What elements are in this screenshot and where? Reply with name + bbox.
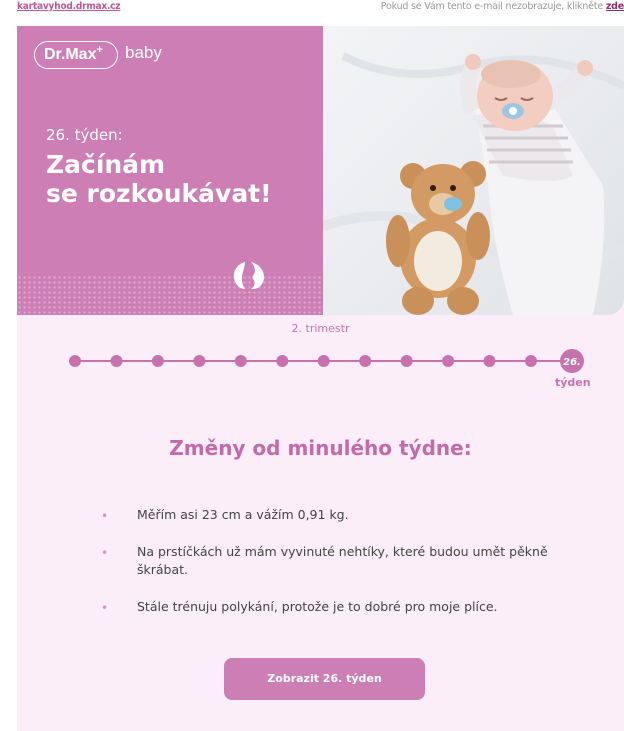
top-bar: kartavyhod.drmax.cz Pokud se Vám tento e… xyxy=(0,0,624,16)
drmax-logo: Dr.Max+ xyxy=(44,44,103,64)
list-item: • Na prstíčkách už mám vyvinuté nehtíky, … xyxy=(97,543,557,579)
logo-plus-sign: + xyxy=(96,44,103,56)
baby-photo xyxy=(323,26,624,315)
timeline-dot xyxy=(442,355,455,367)
show-week-button[interactable]: Zobrazit 26. týden xyxy=(224,658,425,700)
timeline-dot xyxy=(317,355,330,367)
headline: Začínám se rozkoukávat! xyxy=(46,150,306,208)
email-card: Dr.Max+ baby 26. týden: Začínám se rozko… xyxy=(17,26,624,731)
list-item: • Měřím asi 23 cm a vážím 0,91 kg. xyxy=(97,506,557,524)
logo-wordmark: Dr.Max xyxy=(44,46,97,63)
timeline-dot xyxy=(193,355,206,367)
pregnancy-icon xyxy=(233,262,264,290)
changes-list: • Měřím asi 23 cm a vážím 0,91 kg. • Na pr… xyxy=(97,506,557,635)
dot-pattern xyxy=(17,275,323,315)
timeline-dot xyxy=(525,355,537,367)
hero-text-panel: Dr.Max+ baby 26. týden: Začínám se rozko… xyxy=(17,26,323,315)
current-week-number: 26. xyxy=(563,357,581,368)
changes-title: Změny od minulého týdne: xyxy=(169,436,472,460)
week-label: 26. týden: xyxy=(46,126,123,144)
bullet-icon: • xyxy=(101,546,109,560)
timeline-dot xyxy=(483,355,496,367)
list-item-text: Měřím asi 23 cm a vážím 0,91 kg. xyxy=(137,507,349,522)
timeline-dot xyxy=(359,355,372,367)
trimester-label: 2. trimestr xyxy=(291,322,350,335)
timeline-dot xyxy=(234,355,247,367)
browser-view-notice-text: Pokud se Vám tento e-mail nezobrazuje, k… xyxy=(380,1,606,12)
domain-link[interactable]: kartavyhod.drmax.cz xyxy=(17,0,121,14)
week-timeline: 26. xyxy=(69,349,584,373)
timeline-dot xyxy=(400,355,413,367)
list-item: • Stále trénuju polykání, protože je to d… xyxy=(97,598,557,616)
timeline-dot xyxy=(151,355,164,367)
timeline-dot xyxy=(69,355,81,367)
hero-banner: Dr.Max+ baby 26. týden: Začínám se rozko… xyxy=(17,26,624,315)
bullet-icon: • xyxy=(101,601,109,615)
list-item-text: Stále trénuju polykání, protože je to do… xyxy=(137,599,498,614)
headline-line-2: se rozkoukávat! xyxy=(46,179,272,208)
logo-baby-label: baby xyxy=(125,43,162,62)
bullet-icon: • xyxy=(101,509,109,523)
timeline-dot xyxy=(276,355,289,367)
current-week-suffix: týden xyxy=(555,376,591,389)
list-item-text: Na prstíčkách už mám vyvinuté nehtíky, k… xyxy=(137,544,548,577)
browser-view-notice: Pokud se Vám tento e-mail nezobrazuje, k… xyxy=(381,0,624,14)
baby-photo-image xyxy=(323,52,624,315)
timeline-dot xyxy=(110,355,123,367)
headline-line-1: Začínám xyxy=(46,150,166,179)
browser-view-link[interactable]: zde xyxy=(606,1,624,12)
